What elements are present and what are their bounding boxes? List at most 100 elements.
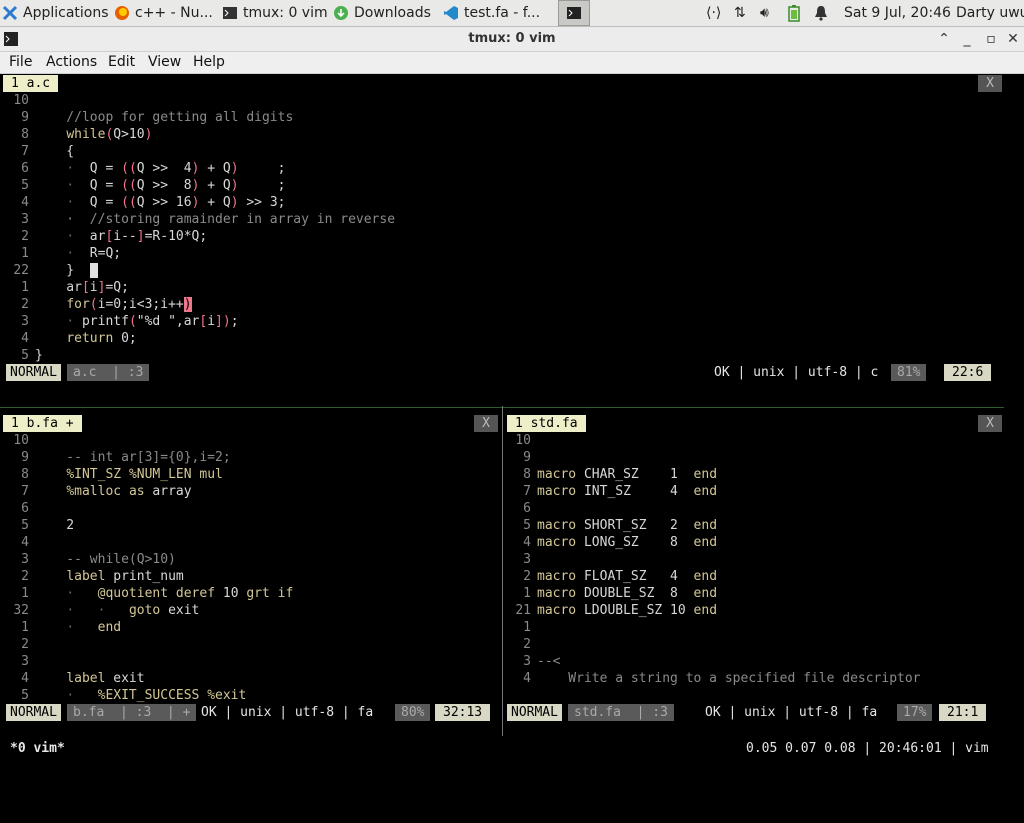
code-text: label exit [66,671,145,686]
code-line[interactable]: 21 macro LDOUBLE_SZ 10 end [505,602,1003,619]
code-line[interactable]: 8 macro CHAR_SZ 1 end [505,466,1003,483]
buffer-tab-std-fa[interactable]: 1 std.fa [507,415,586,432]
code-line[interactable]: 3 · //storing ramainder in array in reve… [3,211,1003,228]
code-line[interactable]: 5 2 [3,517,499,534]
code-line[interactable]: 1 ar[i]=Q; [3,279,1003,296]
code-line[interactable]: 1 · end [3,619,499,636]
code-line[interactable]: 4 return 0; [3,330,1003,347]
code-line[interactable]: 1 · R=Q; [3,245,1003,262]
code-line[interactable]: 4 · Q = ((Q >> 16) + Q) >> 3; [3,194,1003,211]
code-line[interactable]: 1 · @quotient deref 10 grt if [3,585,499,602]
line-number: 4 [523,671,531,686]
code-line[interactable]: 6 [505,500,1003,517]
code-line[interactable]: 3 -- while(Q>10) [3,551,499,568]
code-line[interactable]: 2 · ar[i--]=R-10*Q; [3,228,1003,245]
line-number: 5 [523,518,531,533]
code-text: · @quotient deref 10 grt if [66,586,294,601]
taskbar-task-firefox[interactable]: c++ - Nu... [114,0,218,26]
code-line[interactable]: 2 macro FLOAT_SZ 4 end [505,568,1003,585]
code-line[interactable]: 9 //loop for getting all digits [3,109,1003,126]
code-text: %INT_SZ %NUM_LEN mul [66,467,223,482]
code-line[interactable]: 8 while(Q>10) [3,126,1003,143]
status-file: a.c | :3 [67,364,150,381]
terminal-area[interactable]: 1 a.c X 10 9 //loop for getting all digit… [0,74,1024,768]
buffer-tab-b-fa[interactable]: 1 b.fa + [3,415,82,432]
minimize-icon[interactable]: _ [958,30,976,48]
editor-pane-left[interactable]: 10 9 -- int ar[3]={0},i=2; 8 %INT_SZ %NUM_… [3,432,499,704]
code-text: · //storing ramainder in array in revers… [35,212,396,227]
code-line[interactable]: 6 · Q = ((Q >> 4) + Q) ; [3,160,1003,177]
restore-icon[interactable]: ▫ [982,30,1000,48]
code-text: macro DOUBLE_SZ 8 end [537,586,718,601]
code-line[interactable]: 3 --< [505,653,1003,670]
code-line[interactable]: 2 for(i=0;i<3;i++) [3,296,1003,313]
code-line[interactable]: 10 [505,432,1003,449]
taskbar-task-vscode[interactable]: test.fa - f... [443,0,553,26]
menu-actions[interactable]: Actions [46,52,97,72]
code-line[interactable]: 9 -- int ar[3]={0},i=2; [3,449,499,466]
line-number: 1 [21,620,29,635]
code-line[interactable]: 3 [505,551,1003,568]
code-line[interactable]: 8 %INT_SZ %NUM_LEN mul [3,466,499,483]
line-number: 10 [515,433,531,448]
code-line[interactable]: 9 [505,449,1003,466]
close-icon[interactable]: ✕ [1004,30,1022,48]
transfer-arrows-icon[interactable]: ⇅ [734,0,746,26]
menu-file[interactable]: File [9,52,32,72]
code-line[interactable]: 10 [3,432,499,449]
code-line[interactable]: 10 [3,92,1003,109]
taskbar-task-active-terminal[interactable] [558,0,590,26]
code-line[interactable]: 5 · %EXIT_SUCCESS %exit [3,687,499,704]
code-line[interactable]: 32 · · goto exit [3,602,499,619]
code-text: --< [537,654,561,669]
menu-edit[interactable]: Edit [108,52,135,72]
code-line[interactable]: 22 } [3,262,1003,279]
user-name[interactable]: Darty uwu [956,0,1024,26]
code-text: { [35,144,75,159]
code-line[interactable]: 7 macro INT_SZ 4 end [505,483,1003,500]
taskbar-task-terminal[interactable]: tmux: 0 vim [222,0,330,26]
taskbar-applications-menu[interactable]: Applications ☰ [2,0,108,26]
code-line[interactable]: 7 { [3,143,1003,160]
code-line[interactable]: 6 [3,500,499,517]
code-line[interactable]: 2 [3,636,499,653]
battery-icon[interactable] [788,0,800,26]
menu-help[interactable]: Help [193,52,225,72]
buffer-close-button[interactable]: X [978,75,1002,92]
notification-bell-icon[interactable] [814,0,828,26]
editor-pane-top[interactable]: 10 9 //loop for getting all digits 8 while… [3,92,1003,364]
buffer-tab-a-c[interactable]: 1 a.c [3,75,59,92]
code-line[interactable]: 4 Write a string to a specified file des… [505,670,1003,687]
code-line[interactable]: 5 · Q = ((Q >> 8) + Q) ; [3,177,1003,194]
code-line[interactable]: 2 label print_num [3,568,499,585]
buffer-close-button[interactable]: X [474,415,498,432]
code-line[interactable]: 3 [3,653,499,670]
taskbar-task-downloads[interactable]: Downloads [333,0,437,26]
code-line[interactable]: 2 [505,636,1003,653]
code-line[interactable]: 4 [3,534,499,551]
tmux-window-label[interactable]: *0 vim* [10,738,65,760]
buffer-close-button[interactable]: X [978,415,1002,432]
pane-separator-vertical [502,406,503,736]
line-number: 2 [523,637,531,652]
line-number: 3 [21,212,29,227]
editor-pane-right[interactable]: 10 9 8 macro CHAR_SZ 1 end 7 macro INT_SZ 4 e… [505,432,1003,704]
clock[interactable]: Sat 9 Jul, 20:46 [844,0,951,26]
code-line[interactable]: 7 %malloc as array [3,483,499,500]
code-line[interactable]: 4 label exit [3,670,499,687]
code-text: · Q = ((Q >> 8) + Q) ; [66,178,286,193]
code-text: · R=Q; [66,246,122,261]
network-icon[interactable]: ⟨·⟩ [706,0,721,26]
line-number: 4 [21,535,29,550]
code-line[interactable]: 1 macro DOUBLE_SZ 8 end [505,585,1003,602]
taskbar-task-label: tmux: 0 vim [243,5,328,21]
code-text: · ar[i--]=R-10*Q; [66,229,208,244]
menu-view[interactable]: View [148,52,181,72]
code-line[interactable]: 4 macro LONG_SZ 8 end [505,534,1003,551]
code-line[interactable]: 5 macro SHORT_SZ 2 end [505,517,1003,534]
maximize-up-icon[interactable]: ⌃ [935,30,953,48]
code-line[interactable]: 5} [3,347,1003,364]
code-line[interactable]: 1 [505,619,1003,636]
volume-icon[interactable]: 🔊︎ [760,0,769,26]
code-line[interactable]: 3 · printf("%d ",ar[i]); [3,313,1003,330]
